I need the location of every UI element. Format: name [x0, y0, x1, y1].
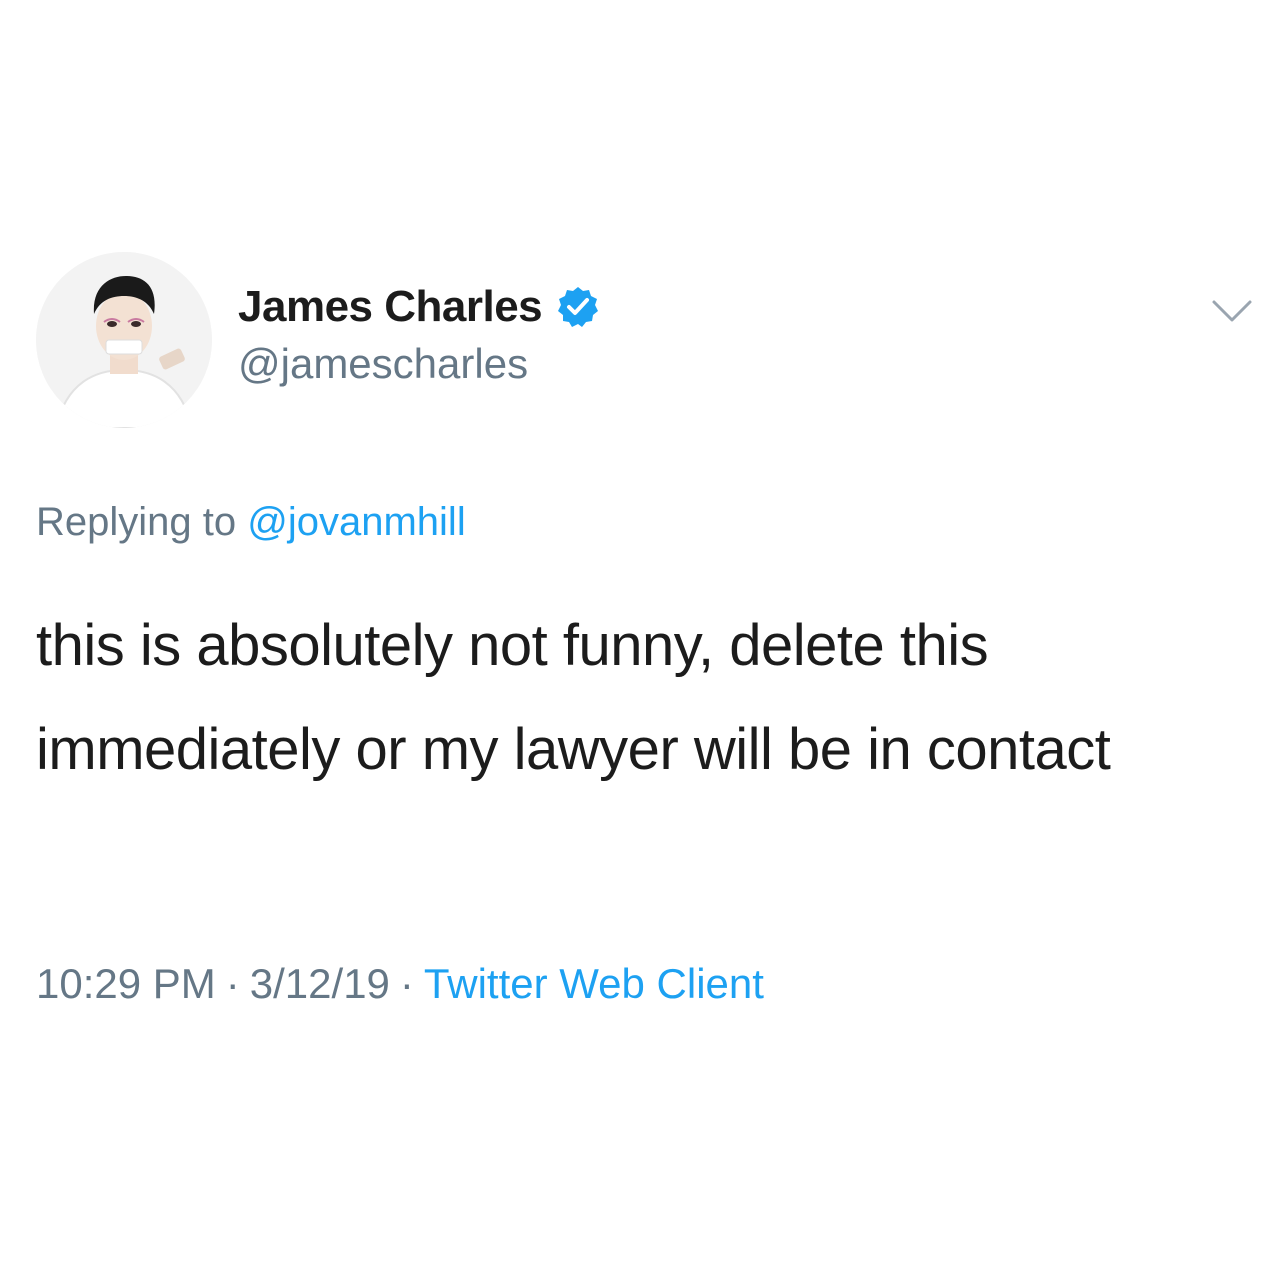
tweet-time: 10:29 PM — [36, 960, 216, 1007]
display-name[interactable]: James Charles — [238, 282, 543, 332]
meta-separator: · — [225, 960, 240, 1007]
avatar[interactable] — [36, 252, 212, 428]
author-handle[interactable]: @jamescharles — [238, 340, 528, 388]
tweet-client-link[interactable]: Twitter Web Client — [424, 960, 764, 1007]
replying-to-line: Replying to @jovanmhill — [36, 500, 466, 545]
chevron-down-icon[interactable] — [1210, 296, 1254, 326]
verified-badge-icon — [556, 285, 600, 329]
reply-mention-link[interactable]: @jovanmhill — [247, 500, 465, 544]
tweet-date: 3/12/19 — [249, 960, 390, 1007]
avatar-image — [36, 252, 212, 428]
tweet-text: this is absolutely not funny, delete thi… — [36, 613, 1111, 782]
meta-separator: · — [399, 960, 414, 1007]
tweet-meta: 10:29 PM · 3/12/19 · Twitter Web Client — [36, 960, 764, 1008]
author-name-row: James Charles — [238, 276, 600, 338]
tweet-card: James Charles @jamescharles Replying to … — [0, 0, 1284, 1284]
replying-to-label: Replying to — [36, 500, 237, 544]
